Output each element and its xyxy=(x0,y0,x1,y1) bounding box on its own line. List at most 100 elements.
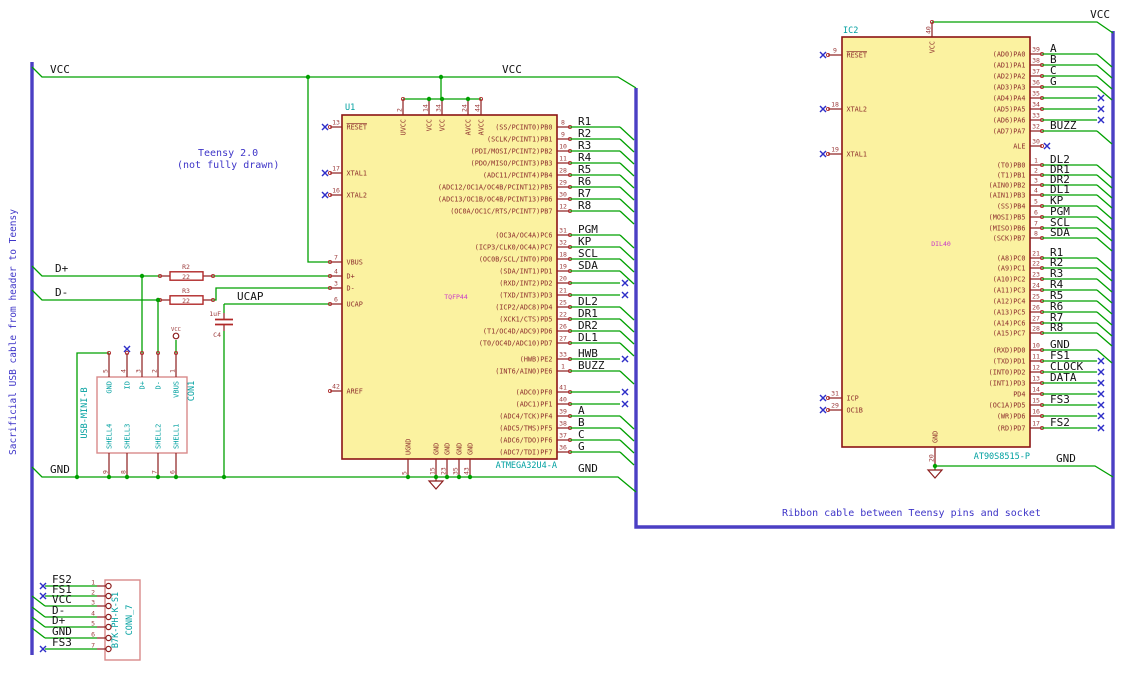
junction-dot xyxy=(438,74,444,80)
u1-pin-number: 19 xyxy=(559,263,567,271)
net-label-R8: R8 xyxy=(578,199,591,212)
ic2-pin-name: GND xyxy=(931,431,939,443)
wire xyxy=(619,439,635,454)
u1-pin-name: (OC0A/OC1C/RTS/PCINT7)PB7 xyxy=(450,207,552,215)
resistor-r2[interactable]: R2 22 xyxy=(157,263,216,281)
usb-pin-name: SHELL3 xyxy=(123,424,131,449)
ic2-pin-name: (A8)PC0 xyxy=(997,254,1026,262)
wire xyxy=(1096,257,1113,272)
wire xyxy=(1096,216,1113,231)
vcc-label-ic2: VCC xyxy=(1090,8,1110,21)
wire xyxy=(1096,75,1113,90)
u1-ref: U1 xyxy=(345,103,355,113)
wire xyxy=(31,606,46,618)
u1-pin-number: 10 xyxy=(559,143,567,151)
ic2-pin-number: 38 xyxy=(1032,57,1040,65)
gnd-label-ic2: GND xyxy=(1056,452,1076,465)
wire xyxy=(31,616,46,628)
u1-pin-number: 16 xyxy=(332,187,340,195)
dplus-label: D+ xyxy=(55,262,69,275)
usb-ref: CON1 xyxy=(187,381,197,401)
ic2-pin-number: 3 xyxy=(1034,177,1038,185)
wire xyxy=(619,306,635,321)
ic2-pin-name: RESET xyxy=(847,51,867,59)
note-ribbon: Ribbon cable between Teensy pins and soc… xyxy=(782,508,1041,519)
usb-pin-number: 4 xyxy=(120,369,128,373)
dminus-label: D- xyxy=(55,286,68,299)
net-label-FS3: FS3 xyxy=(52,636,72,649)
capacitor-c4[interactable]: 1uF C4 xyxy=(209,310,233,339)
ic2-ref: IC2 xyxy=(843,26,858,36)
ic2-pin-name: (A9)PC1 xyxy=(997,264,1026,272)
u1-pin-number: 23 xyxy=(440,467,448,475)
ic2-footprint: DIL40 xyxy=(931,240,951,248)
ic2-pin-name: (A10)PC2 xyxy=(993,275,1026,283)
usb-pin-number: 3 xyxy=(135,369,143,373)
ic2-pin-number: 12 xyxy=(1032,364,1040,372)
ic2-pin-number: 21 xyxy=(1032,250,1040,258)
ic2-pin-name: (SCK)PB7 xyxy=(993,234,1026,242)
ic2-pin-number: 26 xyxy=(1032,304,1040,312)
u1-pin-name: VCC xyxy=(425,119,433,131)
wire xyxy=(619,186,635,201)
u1-pin-number: 24 xyxy=(461,104,469,112)
ic2-pin-number: 4 xyxy=(1034,187,1038,195)
u1-pin-number: 38 xyxy=(559,420,567,428)
ic2-pin-name: (MOSI)PB5 xyxy=(989,213,1026,221)
u1-pin-name: RESET xyxy=(347,123,367,131)
ic2-pin-name: (AIN0)PB2 xyxy=(989,181,1026,189)
ic2-pin-number: 39 xyxy=(1032,46,1040,54)
u1-pin-number: 20 xyxy=(559,275,567,283)
wire xyxy=(619,138,635,153)
ic2-pin-name: (AD5)PA5 xyxy=(993,105,1026,113)
wire xyxy=(1096,278,1113,293)
wire xyxy=(1096,237,1113,252)
wire xyxy=(619,370,635,385)
wire xyxy=(1096,194,1113,209)
usb-pin-name: SHELL4 xyxy=(105,424,113,449)
net-label-SDA: SDA xyxy=(578,259,598,272)
u1-pin-number: 9 xyxy=(561,131,565,139)
wire xyxy=(1096,130,1113,145)
u1-pin-name: AVCC xyxy=(477,119,485,135)
u1-pin-number: 4 xyxy=(334,268,338,276)
ic2-pin-number: 28 xyxy=(1032,325,1040,333)
gnd-label-u1-right: GND xyxy=(578,462,598,475)
usb-value: USB-MINI-B xyxy=(80,387,90,438)
u1-pin-name: (ICP2/ADC8)PD4 xyxy=(495,303,552,311)
usb-pin-name: D- xyxy=(154,381,162,389)
ic2-pin-number: 5 xyxy=(1034,198,1038,206)
conn7-pin-number: 5 xyxy=(91,620,95,628)
schematic-canvas[interactable]: U1 ATMEGA32U4-A TQFP44 IC2 AT90S8515-P D… xyxy=(0,0,1131,690)
wire xyxy=(1096,289,1113,304)
ic2-pin-number: 35 xyxy=(1032,90,1040,98)
ic2-pin-name: XTAL1 xyxy=(847,150,867,158)
ic2-pin-number: 30 xyxy=(1032,138,1040,146)
ic2-pin-name: (AD1)PA1 xyxy=(993,61,1026,69)
conn7-pin-circle xyxy=(105,582,112,590)
junction-dot xyxy=(932,463,938,469)
u1-pin-number: 3 xyxy=(334,280,338,288)
u1-pin-number: 12 xyxy=(559,203,567,211)
ic2-pin-name: (A12)PC4 xyxy=(993,297,1026,305)
wire xyxy=(619,162,635,177)
u1-pin-name: (ADC12/OC1A/OC4B/PCINT12)PB5 xyxy=(438,183,553,191)
junction-dot xyxy=(465,96,471,102)
u1-pin-number: 26 xyxy=(559,323,567,331)
wire xyxy=(619,330,635,345)
ic2-pin-number: 33 xyxy=(1032,112,1040,120)
vcc-label-left: VCC xyxy=(50,63,70,76)
u1-pin-name: (ADC13/OC1B/OC4B/PCINT13)PB6 xyxy=(438,195,553,203)
wire xyxy=(1096,64,1113,79)
usb-pin-number: 5 xyxy=(102,369,110,373)
wire xyxy=(1096,164,1113,179)
wire xyxy=(31,595,46,607)
ic2-pin-name: (RD)PD7 xyxy=(997,424,1026,432)
u1-pin-number: 43 xyxy=(463,467,471,475)
u1-pin-number: 31 xyxy=(559,227,567,235)
resistor-r3[interactable]: R3 22 xyxy=(157,287,216,305)
ic2-pin-number: 18 xyxy=(831,101,839,109)
net-label-BUZZ: BUZZ xyxy=(578,359,605,372)
u1-pin-name: (T1/OC4D/ADC9)PD6 xyxy=(483,327,553,335)
u1-pin-number: 40 xyxy=(559,396,567,404)
